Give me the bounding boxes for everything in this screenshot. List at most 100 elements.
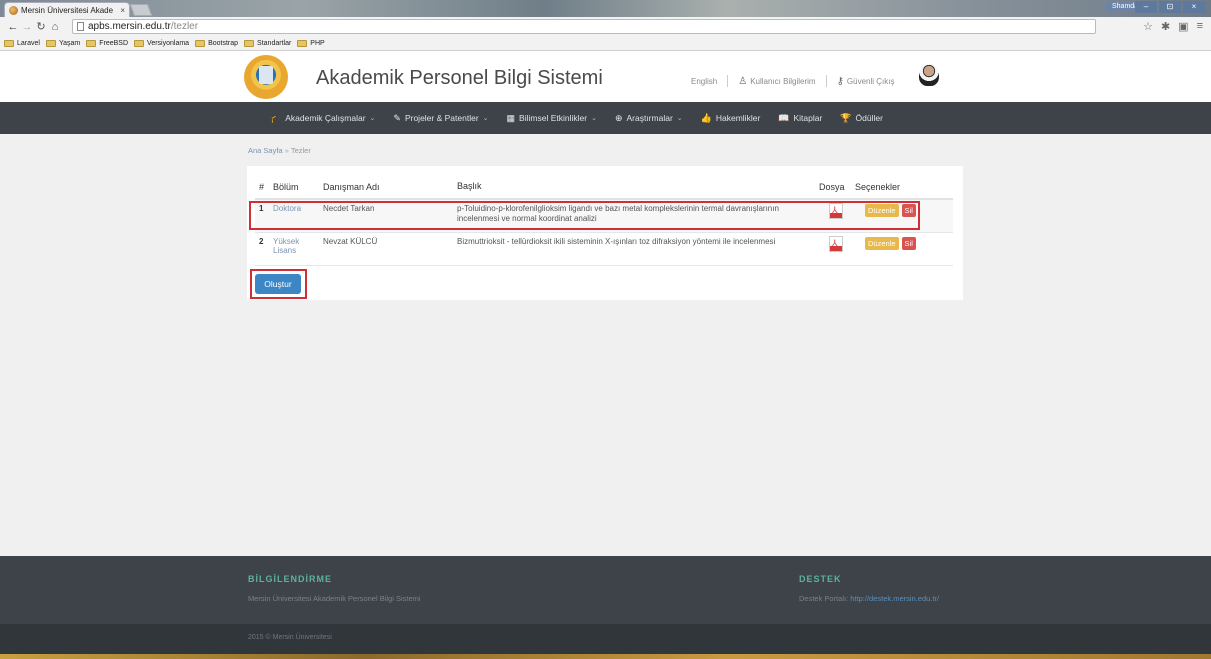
- translate-icon[interactable]: ▣: [1178, 20, 1188, 33]
- thumbs-up-icon: 👍: [700, 112, 712, 123]
- footer-support-title: DESTEK: [799, 574, 842, 584]
- close-window-button[interactable]: ×: [1183, 1, 1205, 13]
- folder-icon: [297, 39, 308, 47]
- bookmarks-bar: Laravel Yaşam FreeBSD Versiyonlama Boots…: [0, 36, 1211, 51]
- browser-tab[interactable]: Mersin Üniversitesi Akade ×: [4, 2, 130, 17]
- breadcrumb: Ana Sayfa » Tezler: [248, 146, 311, 155]
- divider: [825, 75, 827, 87]
- tab-close-icon[interactable]: ×: [120, 6, 125, 15]
- row-actions: Düzenle Sil: [855, 233, 953, 250]
- bookmark-label: Standartlar: [257, 39, 292, 47]
- edit-button[interactable]: Düzenle: [865, 237, 899, 250]
- nav-item-kitaplar[interactable]: 📖 Kitaplar: [769, 113, 831, 124]
- nav-item-oduller[interactable]: 🏆 Ödüller: [831, 113, 892, 124]
- extension-icons: ☆ ✱ ▣ ≡: [1143, 20, 1203, 33]
- nav-item-hakemlikler[interactable]: 👍 Hakemlikler: [692, 113, 770, 124]
- university-logo[interactable]: [244, 55, 288, 99]
- theses-panel: # Bölüm Danışman Adı Başlık Dosya Seçene…: [247, 166, 963, 300]
- row-baslik: Bizmuttrioksit - tellürdioksit ikili sis…: [457, 237, 776, 246]
- logout-label: Güvenli Çıkış: [846, 76, 895, 86]
- address-bar[interactable]: apbs.mersin.edu.tr/tezler: [72, 19, 1096, 34]
- logo-building-icon: [259, 66, 273, 84]
- header-dosya: Dosya: [819, 182, 845, 192]
- copyright: 2015 © Mersin Üniversitesi: [248, 634, 332, 641]
- folder-icon: [195, 39, 206, 47]
- pdf-icon[interactable]: ⅄: [829, 236, 843, 252]
- breadcrumb-current: Tezler: [290, 146, 311, 155]
- forward-arrow-icon[interactable]: →: [20, 21, 34, 33]
- logout-link[interactable]: ⚷ Güvenli Çıkış: [837, 76, 895, 87]
- header-num: #: [259, 182, 265, 192]
- bookmark-freebsd[interactable]: FreeBSD: [86, 39, 129, 47]
- nav-item-bilimsel-etkinlikler[interactable]: ▦ Bilimsel Etkinlikler ⌄: [498, 113, 606, 124]
- page-icon: [77, 22, 84, 31]
- row-file-cell: ⅄: [817, 233, 855, 252]
- table-row: 2 Yüksek Lisans Nevzat KÜLCÜ Bizmuttriok…: [255, 233, 953, 266]
- window-controls: – ⊡ ×: [1135, 1, 1205, 13]
- user-icon: ♙: [738, 75, 748, 87]
- english-link[interactable]: English: [691, 77, 717, 86]
- nav-item-arastirmalar[interactable]: ⊕ Araştırmalar ⌄: [606, 113, 692, 124]
- folder-icon: [86, 39, 97, 47]
- support-prefix: Destek Portalı:: [799, 594, 849, 603]
- reload-icon[interactable]: ↻: [34, 20, 48, 33]
- nav-item-label: Akademik Çalışmalar: [285, 113, 366, 123]
- bookmark-star-icon[interactable]: ☆: [1143, 20, 1153, 33]
- footer-info-text: Mersin Üniversitesi Akademik Personel Bi…: [248, 594, 421, 603]
- header-bolum: Bölüm: [273, 182, 299, 192]
- footer: BİLGİLENDİRME Mersin Üniversitesi Akadem…: [0, 556, 1211, 624]
- bookmark-php[interactable]: PHP: [297, 39, 325, 47]
- bookmark-label: Yaşam: [58, 39, 81, 47]
- site-favicon-icon: [9, 5, 18, 15]
- url-path: /tezler: [170, 21, 199, 32]
- minimize-button[interactable]: –: [1135, 1, 1157, 13]
- footer-support-text: Destek Portalı: http://destek.mersin.edu…: [799, 594, 939, 603]
- nav-item-label: Projeler & Patentler: [404, 113, 479, 123]
- avatar[interactable]: [919, 64, 939, 86]
- footer-bottom: 2015 © Mersin Üniversitesi: [0, 624, 1211, 654]
- nav-item-label: Kitaplar: [793, 113, 823, 123]
- bookmark-laravel[interactable]: Laravel: [4, 39, 40, 47]
- book-icon: 📖: [778, 112, 790, 123]
- delete-button[interactable]: Sil: [901, 237, 916, 250]
- folder-icon: [134, 39, 145, 47]
- user-info-label: Kullanıcı Bilgilerim: [750, 76, 816, 86]
- bookmark-label: Bootstrap: [208, 39, 239, 47]
- calendar-icon: ▦: [506, 112, 516, 123]
- bookmark-versiyonlama[interactable]: Versiyonlama: [134, 39, 190, 47]
- main-nav: 🎓 Akademik Çalışmalar ⌄ ✎ Projeler & Patent…: [0, 102, 1211, 134]
- chevron-down-icon: ⌄: [676, 115, 683, 122]
- row-bolum-link[interactable]: Yüksek Lisans: [267, 233, 319, 255]
- bookmark-label: FreeBSD: [99, 39, 129, 47]
- nav-item-projeler-patentler[interactable]: ✎ Projeler & Patentler ⌄: [384, 113, 497, 124]
- button-highlight-annotation: [250, 269, 307, 299]
- bookmark-bootstrap[interactable]: Bootstrap: [195, 39, 239, 47]
- bookmark-yasam[interactable]: Yaşam: [45, 39, 81, 47]
- header-baslik: Başlık: [457, 181, 482, 192]
- back-arrow-icon[interactable]: ←: [6, 21, 20, 33]
- breadcrumb-home-link[interactable]: Ana Sayfa: [248, 146, 283, 155]
- pdf-band: [830, 246, 842, 251]
- bookmark-standartlar[interactable]: Standartlar: [244, 39, 292, 47]
- key-icon: ⚷: [836, 75, 844, 87]
- restore-button[interactable]: ⊡: [1159, 1, 1181, 13]
- header-secenekler: Seçenekler: [855, 182, 901, 192]
- bookmark-label: Versiyonlama: [147, 39, 190, 47]
- nav-item-label: Araştırmalar: [626, 113, 673, 123]
- nav-item-akademik-calismalar[interactable]: 🎓 Akademik Çalışmalar ⌄: [261, 113, 384, 124]
- home-icon[interactable]: ⌂: [48, 21, 62, 33]
- menu-icon[interactable]: ≡: [1197, 20, 1203, 33]
- bookmark-label: Laravel: [17, 39, 40, 47]
- site-title[interactable]: Akademik Personel Bilgi Sistemi: [316, 67, 603, 90]
- new-tab-button[interactable]: [129, 4, 153, 16]
- row-danisman: Nevzat KÜLCÜ: [323, 237, 378, 246]
- user-info-link[interactable]: ♙ Kullanıcı Bilgilerim: [738, 76, 815, 87]
- url-host: apbs.mersin.edu.tr: [88, 21, 171, 32]
- support-portal-link[interactable]: http://destek.mersin.edu.tr/: [850, 594, 939, 603]
- site-header: Akademik Personel Bilgi Sistemi English …: [0, 52, 1211, 102]
- extension-icon[interactable]: ✱: [1161, 20, 1170, 33]
- nav-item-label: Bilimsel Etkinlikler: [519, 113, 588, 123]
- chevron-down-icon: ⌄: [482, 115, 489, 122]
- folder-icon: [4, 39, 14, 47]
- table-header: # Bölüm Danışman Adı Başlık Dosya Seçene…: [255, 176, 953, 200]
